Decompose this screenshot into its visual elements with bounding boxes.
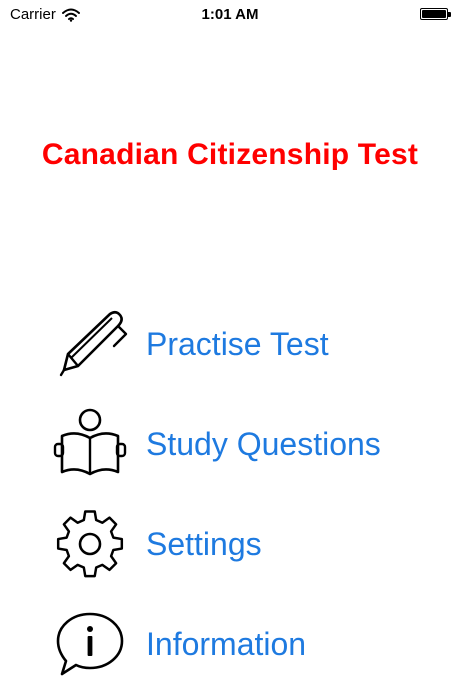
reading-person-icon bbox=[50, 408, 130, 480]
status-time: 1:01 AM bbox=[201, 6, 259, 23]
menu-label-practise-test: Practise Test bbox=[146, 325, 329, 362]
info-bubble-icon bbox=[50, 608, 130, 680]
menu-item-study-questions[interactable]: Study Questions bbox=[50, 408, 430, 480]
pen-icon bbox=[50, 308, 130, 380]
status-bar: Carrier 1:01 AM bbox=[0, 0, 460, 30]
menu-item-information[interactable]: Information bbox=[50, 608, 430, 680]
battery-icon bbox=[420, 8, 451, 20]
menu-label-information: Information bbox=[146, 625, 307, 662]
menu-label-study-questions: Study Questions bbox=[146, 425, 381, 462]
gear-icon bbox=[50, 508, 130, 580]
menu-item-settings[interactable]: Settings bbox=[50, 508, 430, 580]
battery-tip bbox=[448, 12, 451, 17]
page-title: Canadian Citizenship Test bbox=[41, 138, 419, 171]
battery-fill bbox=[422, 10, 446, 18]
menu-label-settings: Settings bbox=[146, 525, 262, 562]
menu-item-practise-test[interactable]: Practise Test bbox=[50, 308, 430, 380]
